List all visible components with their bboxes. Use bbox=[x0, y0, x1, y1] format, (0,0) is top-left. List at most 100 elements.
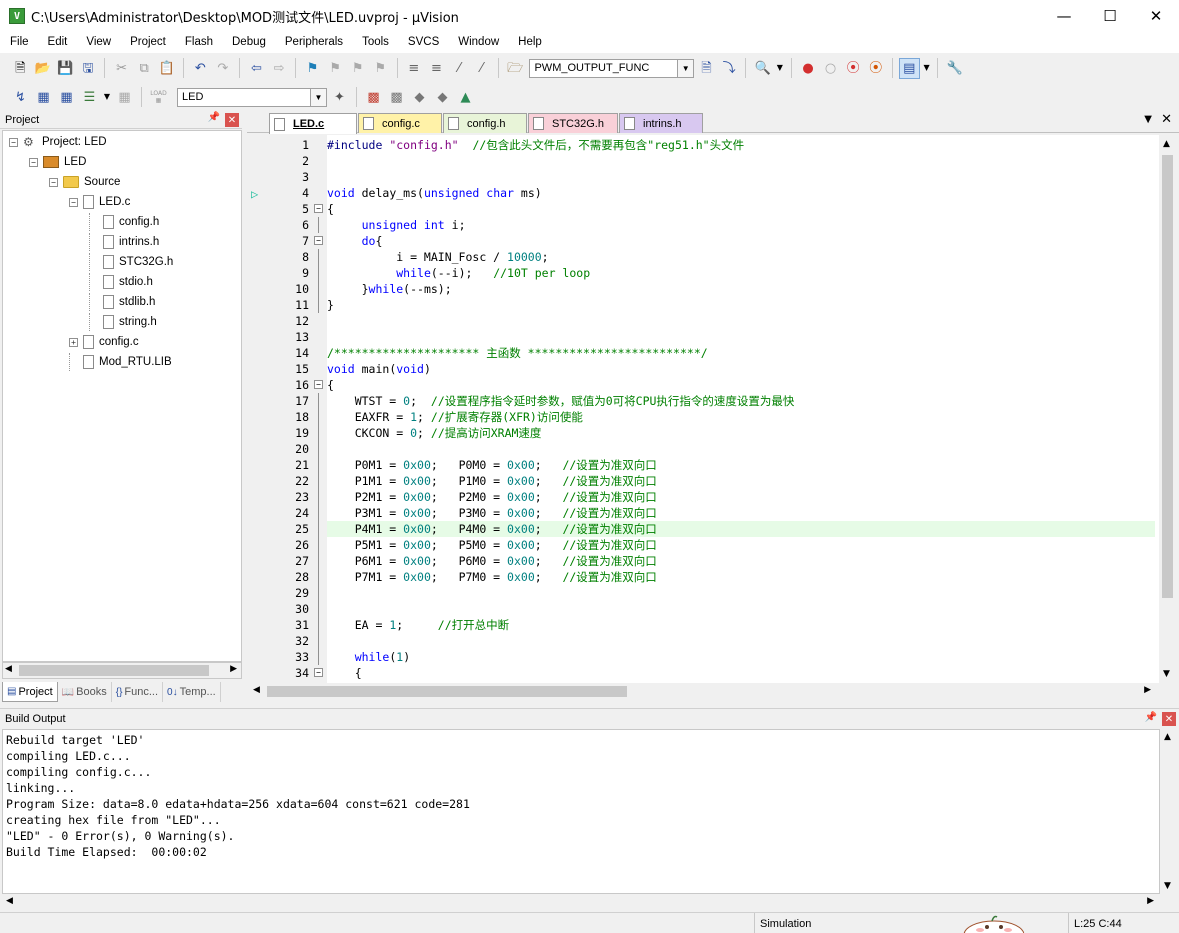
editor-vscrollbar[interactable]: ▲ ▼ bbox=[1159, 135, 1176, 683]
menu-edit[interactable]: Edit bbox=[38, 32, 77, 53]
scroll-right-icon[interactable]: ▶ bbox=[1147, 896, 1154, 906]
chevron-down-icon[interactable]: ▼ bbox=[775, 58, 785, 79]
editor-tab[interactable]: LED.c bbox=[269, 113, 357, 134]
target-combo[interactable]: LED ▼ bbox=[177, 87, 327, 107]
editor-tab[interactable]: intrins.h bbox=[619, 113, 703, 133]
pin-icon[interactable]: 📌 bbox=[208, 112, 220, 123]
scroll-right-icon[interactable]: ▶ bbox=[230, 664, 237, 674]
tree-item[interactable]: stdio.h bbox=[89, 273, 153, 291]
expand-icon[interactable]: + bbox=[69, 337, 78, 347]
panel-tab-project[interactable]: ▤ Project bbox=[2, 682, 58, 702]
menu-file[interactable]: File bbox=[0, 32, 38, 53]
scroll-up-icon[interactable]: ▲ bbox=[1164, 732, 1171, 742]
bookmark-icon[interactable]: ⚑ bbox=[302, 58, 323, 79]
close-icon[interactable]: ✕ bbox=[225, 113, 239, 127]
stop-build-icon[interactable]: ▦ bbox=[114, 87, 135, 108]
fold-collapse-icon[interactable]: − bbox=[314, 668, 323, 677]
panel-tab-temp[interactable]: 0↓ Temp... bbox=[163, 682, 221, 702]
scroll-left-icon[interactable]: ◀ bbox=[6, 896, 13, 906]
tab-list-chevron-icon[interactable]: ▼ bbox=[1144, 114, 1152, 125]
maximize-button[interactable]: ☐ bbox=[1087, 0, 1133, 32]
collapse-icon[interactable]: − bbox=[9, 137, 18, 147]
copy-icon[interactable]: ⧉ bbox=[134, 58, 155, 79]
indent-icon[interactable]: ≡ bbox=[404, 58, 425, 79]
navigate-forward-icon[interactable]: ⇨ bbox=[269, 58, 290, 79]
kill-all-breakpoints-icon[interactable]: ⦿ bbox=[865, 58, 886, 79]
tree-item[interactable]: − LED.c bbox=[69, 193, 130, 211]
navigate-back-icon[interactable]: ⇦ bbox=[246, 58, 267, 79]
scrollbar-thumb[interactable] bbox=[1162, 155, 1173, 598]
breakpoint-icon[interactable]: ● bbox=[798, 58, 819, 79]
menu-project[interactable]: Project bbox=[120, 32, 175, 53]
pack-installer-icon[interactable]: ◆ bbox=[432, 87, 453, 108]
collapse-icon[interactable]: − bbox=[49, 177, 58, 187]
translate-icon[interactable]: ↯ bbox=[10, 87, 31, 108]
fold-collapse-icon[interactable]: − bbox=[314, 380, 323, 389]
editor-hscrollbar[interactable]: ◀ ▶ bbox=[247, 683, 1159, 700]
new-file-icon[interactable]: 🗎 bbox=[10, 58, 31, 79]
batch-build-icon[interactable]: ☰ bbox=[79, 87, 100, 108]
prev-bookmark-icon[interactable]: ⚑ bbox=[325, 58, 346, 79]
scroll-down-icon[interactable]: ▼ bbox=[1164, 881, 1171, 891]
scroll-up-icon[interactable]: ▲ bbox=[1163, 139, 1170, 149]
save-icon[interactable]: 💾 bbox=[55, 58, 76, 79]
minimize-button[interactable]: — bbox=[1041, 0, 1087, 32]
tree-item[interactable]: config.h bbox=[89, 213, 159, 231]
disable-breakpoint-icon[interactable]: ○ bbox=[820, 58, 841, 79]
collapse-icon[interactable]: − bbox=[69, 197, 78, 207]
tree-item[interactable]: string.h bbox=[89, 313, 157, 331]
target-options-icon[interactable]: ✦ bbox=[329, 87, 350, 108]
download-load-icon[interactable]: LOAD ▦ bbox=[148, 87, 169, 108]
tree-item[interactable]: intrins.h bbox=[89, 233, 159, 251]
close-icon[interactable]: ✕ bbox=[1161, 112, 1172, 127]
build-output-text[interactable]: Rebuild target 'LED' compiling LED.c... … bbox=[2, 729, 1160, 894]
configure-wrench-icon[interactable]: 🔧 bbox=[944, 58, 965, 79]
menu-svcs[interactable]: SVCS bbox=[398, 32, 448, 53]
tree-item[interactable]: + config.c bbox=[69, 333, 139, 351]
manage-project-items-icon[interactable]: ▩ bbox=[363, 87, 384, 108]
menu-view[interactable]: View bbox=[76, 32, 120, 53]
open-folder-icon[interactable]: 📂 bbox=[33, 58, 54, 79]
code-editor[interactable]: 1 #include "config.h" //包含此头文件后，不需要再包含"re… bbox=[247, 135, 1159, 683]
cut-icon[interactable]: ✂ bbox=[111, 58, 132, 79]
menu-debug[interactable]: Debug bbox=[222, 32, 275, 53]
select-packs-icon[interactable]: ◆ bbox=[409, 87, 430, 108]
scroll-left-icon[interactable]: ◀ bbox=[5, 664, 12, 674]
next-bookmark-icon[interactable]: ⚑ bbox=[347, 58, 368, 79]
build-output-vscrollbar[interactable]: ▲ ▼ bbox=[1160, 729, 1177, 894]
tree-item[interactable]: Mod_RTU.LIB bbox=[69, 353, 172, 371]
editor-tab[interactable]: config.c bbox=[358, 113, 442, 133]
menu-help[interactable]: Help bbox=[508, 32, 551, 53]
tree-item[interactable]: − LED bbox=[29, 153, 86, 171]
chevron-down-icon[interactable]: ▼ bbox=[102, 87, 112, 108]
debug-session-icon[interactable]: 🔍 bbox=[752, 58, 773, 79]
clear-bookmarks-icon[interactable]: ⚑ bbox=[370, 58, 391, 79]
editor-tab[interactable]: config.h bbox=[443, 113, 527, 133]
build-output-hscrollbar[interactable]: ◀ ▶ bbox=[0, 894, 1160, 911]
scroll-right-icon[interactable]: ▶ bbox=[1144, 685, 1151, 695]
menu-flash[interactable]: Flash bbox=[175, 32, 222, 53]
project-tree-hscrollbar[interactable]: ◀ ▶ bbox=[2, 662, 242, 679]
chevron-down-icon[interactable]: ▼ bbox=[922, 58, 932, 79]
uncomment-icon[interactable]: ⁄ bbox=[471, 58, 492, 79]
tree-item[interactable]: − ⚙ Project: LED bbox=[9, 133, 107, 151]
find-in-files-icon[interactable]: 🗁 bbox=[505, 58, 526, 79]
menu-tools[interactable]: Tools bbox=[352, 32, 398, 53]
undo-icon[interactable]: ↶ bbox=[190, 58, 211, 79]
unindent-icon[interactable]: ≡ bbox=[426, 58, 447, 79]
stc-isp-icon[interactable]: ▲ bbox=[455, 87, 476, 108]
pin-icon[interactable]: 📌 bbox=[1145, 712, 1157, 723]
paste-icon[interactable]: 📋 bbox=[156, 58, 177, 79]
menu-peripherals[interactable]: Peripherals bbox=[275, 32, 352, 53]
comment-icon[interactable]: ⁄ bbox=[449, 58, 470, 79]
fold-collapse-icon[interactable]: − bbox=[314, 236, 323, 245]
disable-all-breakpoints-icon[interactable]: ⦿ bbox=[843, 58, 864, 79]
panel-tab-books[interactable]: 📖 Books bbox=[58, 682, 112, 702]
panel-tab-func[interactable]: {} Func... bbox=[112, 682, 164, 702]
scrollbar-thumb[interactable] bbox=[19, 665, 209, 676]
close-icon[interactable]: ✕ bbox=[1162, 712, 1176, 726]
tree-item[interactable]: STC32G.h bbox=[89, 253, 173, 271]
tree-item[interactable]: − Source bbox=[49, 173, 120, 191]
rebuild-icon[interactable]: ▦ bbox=[56, 87, 77, 108]
chevron-down-icon[interactable]: ▼ bbox=[310, 88, 326, 106]
